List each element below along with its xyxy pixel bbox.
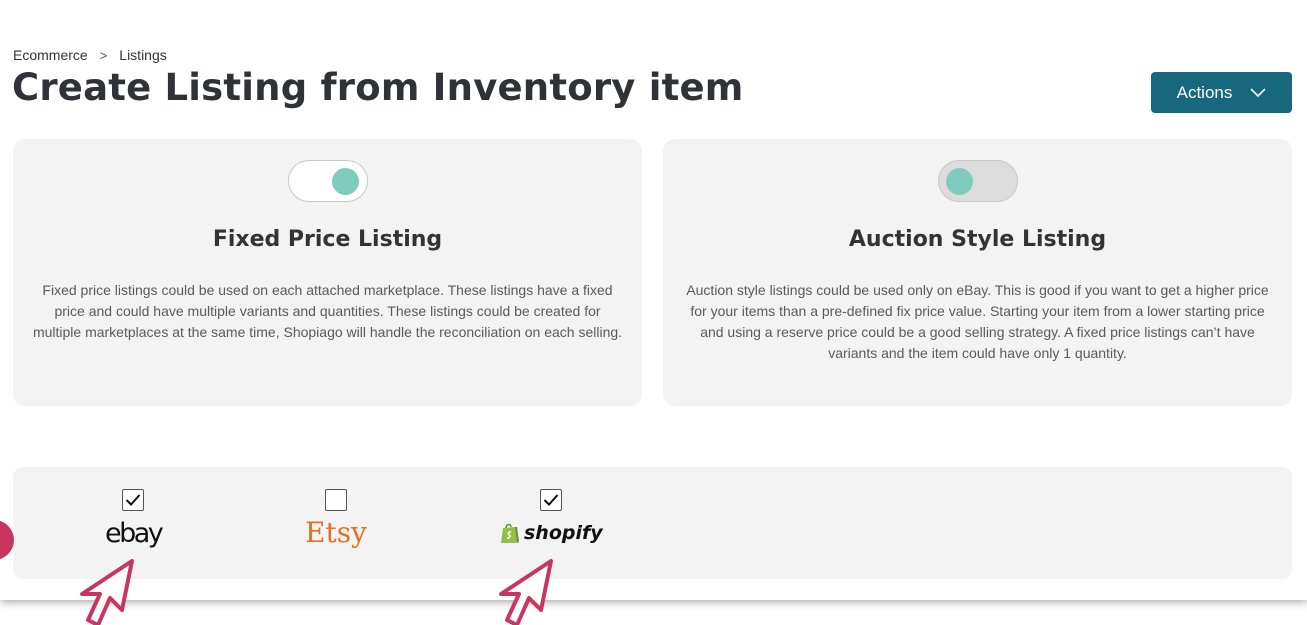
actions-button-label: Actions <box>1176 82 1233 102</box>
shopify-logo: shopify <box>500 521 603 545</box>
auction-style-listing-card[interactable]: Auction Style Listing Auction style list… <box>663 139 1292 406</box>
toggle-knob <box>331 168 359 195</box>
etsy-logo: Etsy <box>305 516 367 549</box>
marketplace-selection-panel: ebay Etsy shopify <box>13 467 1292 579</box>
auction-style-toggle[interactable] <box>937 160 1018 202</box>
shopify-wordmark: shopify <box>524 522 603 544</box>
pointer-arrow-annotation-shopify <box>499 559 553 625</box>
shopify-checkbox[interactable] <box>540 489 563 511</box>
fixed-price-title: Fixed Price Listing <box>212 227 443 252</box>
fixed-price-description: Fixed price listings could be used on ea… <box>32 282 623 340</box>
pointer-arrow-annotation-ebay <box>80 559 134 625</box>
chevron-down-icon <box>1250 87 1266 97</box>
fixed-price-toggle[interactable] <box>287 160 368 202</box>
shopify-bag-icon <box>501 523 519 543</box>
marketplace-shopify: shopify <box>500 489 603 545</box>
breadcrumb-item-ecommerce[interactable]: Ecommerce <box>13 47 88 63</box>
marketplace-etsy: Etsy <box>305 489 367 549</box>
breadcrumb-separator: > <box>99 47 108 63</box>
ebay-logo: ebay <box>105 518 164 549</box>
checkmark-icon <box>125 494 141 506</box>
actions-dropdown-button[interactable]: Actions <box>1151 72 1292 113</box>
ebay-checkbox[interactable] <box>122 489 145 511</box>
annotation-marker <box>0 520 14 560</box>
auction-style-title: Auction Style Listing <box>848 227 1107 252</box>
breadcrumb: Ecommerce > Listings <box>13 47 167 63</box>
marketplace-ebay: ebay <box>105 489 164 549</box>
auction-style-description: Auction style listings could be used onl… <box>686 282 1269 361</box>
breadcrumb-item-listings[interactable]: Listings <box>119 47 166 63</box>
page-frame: Ecommerce > Listings Create Listing from… <box>0 0 1307 600</box>
fixed-price-listing-card[interactable]: Fixed Price Listing Fixed price listings… <box>13 139 642 406</box>
page-title: Create Listing from Inventory item <box>12 66 744 109</box>
checkmark-icon <box>544 494 559 506</box>
etsy-checkbox[interactable] <box>324 489 347 511</box>
toggle-knob <box>945 168 973 195</box>
